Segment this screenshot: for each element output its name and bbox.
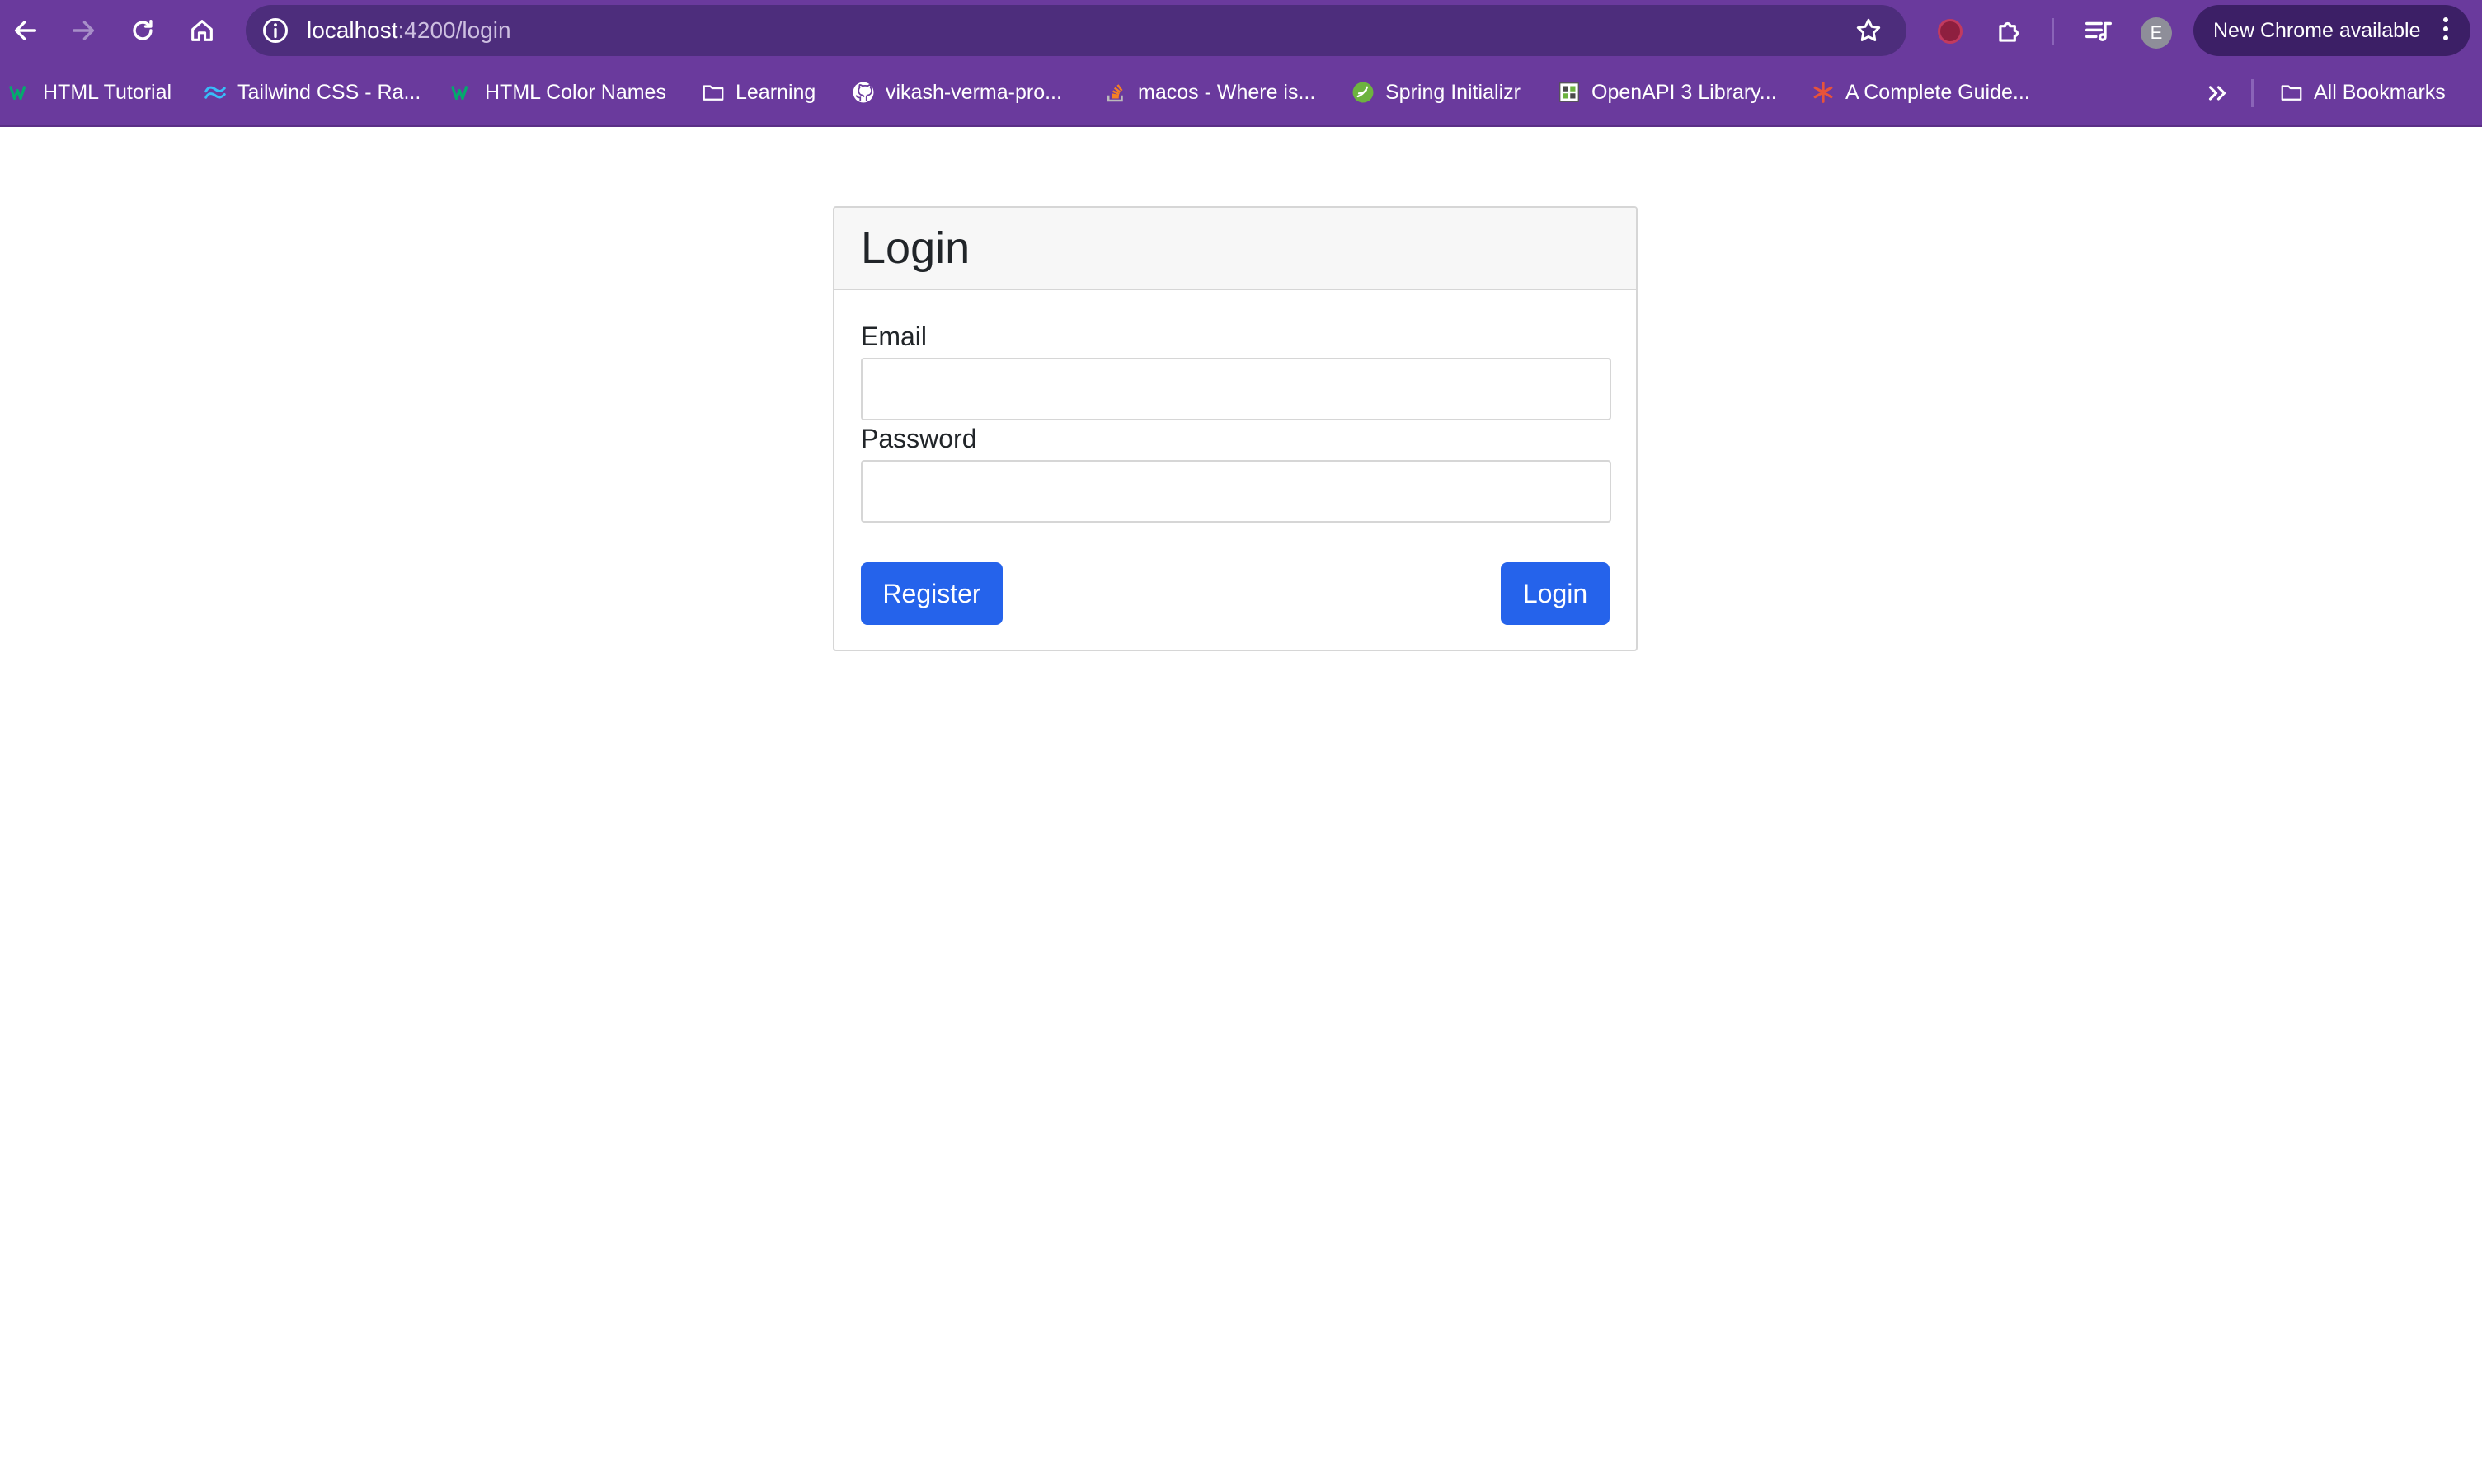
bookmark-tailwind[interactable]: Tailwind CSS - Ra... bbox=[203, 76, 421, 109]
address-bar[interactable]: localhost:4200/login bbox=[246, 5, 1906, 56]
bookmarks-bar: HTML Tutorial Tailwind CSS - Ra... HTML … bbox=[0, 61, 2482, 127]
bookmark-label: macos - Where is... bbox=[1138, 80, 1316, 104]
bookmark-star-icon[interactable] bbox=[1854, 16, 1883, 45]
site-info-icon[interactable] bbox=[261, 16, 290, 45]
more-menu-icon[interactable] bbox=[2442, 17, 2449, 44]
bookmark-label: Spring Initializr bbox=[1385, 80, 1521, 104]
back-button[interactable] bbox=[6, 11, 45, 50]
bookmark-html-color-names[interactable]: HTML Color Names bbox=[450, 76, 666, 109]
password-field[interactable] bbox=[861, 460, 1611, 523]
email-field[interactable] bbox=[861, 358, 1611, 420]
home-icon bbox=[191, 20, 213, 41]
more-bookmarks-chevron-icon[interactable] bbox=[2203, 79, 2231, 107]
login-card-header: Login bbox=[834, 208, 1636, 290]
home-button[interactable] bbox=[182, 11, 222, 50]
bookmark-label: Tailwind CSS - Ra... bbox=[237, 80, 421, 104]
w3schools-icon bbox=[450, 80, 475, 105]
stackoverflow-icon bbox=[1103, 80, 1128, 105]
tailwind-icon bbox=[203, 80, 228, 105]
w3schools-icon bbox=[8, 80, 33, 105]
bookmark-github[interactable]: vikash-verma-pro... bbox=[851, 76, 1062, 109]
forward-button[interactable] bbox=[63, 11, 103, 50]
folder-icon bbox=[2279, 80, 2304, 105]
extensions-puzzle-icon bbox=[1999, 21, 2019, 42]
password-label: Password bbox=[861, 424, 977, 453]
asterisk-icon bbox=[1811, 80, 1836, 105]
url-host: localhost bbox=[307, 17, 398, 43]
bookmark-label: OpenAPI 3 Library... bbox=[1591, 80, 1777, 104]
spring-icon bbox=[1351, 80, 1375, 105]
reload-icon bbox=[133, 19, 153, 40]
reading-list-button[interactable] bbox=[2083, 16, 2114, 47]
bookmark-label: HTML Tutorial bbox=[43, 80, 172, 104]
update-chrome-button[interactable]: New Chrome available bbox=[2193, 5, 2470, 56]
page-title: Login bbox=[861, 223, 971, 273]
profile-avatar[interactable]: E bbox=[2141, 17, 2172, 49]
all-bookmarks-label: All Bookmarks bbox=[2314, 80, 2446, 104]
all-bookmarks-button[interactable]: All Bookmarks bbox=[2279, 76, 2446, 109]
login-button[interactable]: Login bbox=[1501, 562, 1610, 625]
login-form: Email Password Register Login bbox=[834, 290, 1636, 650]
folder-icon bbox=[701, 80, 726, 105]
bookmark-html-tutorial[interactable]: HTML Tutorial bbox=[8, 76, 172, 109]
bookmark-spring-initializr[interactable]: Spring Initializr bbox=[1351, 76, 1521, 109]
bookmark-label: vikash-verma-pro... bbox=[886, 80, 1062, 104]
register-button[interactable]: Register bbox=[861, 562, 1003, 625]
bookmarks-divider bbox=[2251, 79, 2254, 107]
extension-badge-icon bbox=[1938, 19, 1963, 44]
browser-toolbar: localhost:4200/login E New Chrome availa… bbox=[0, 0, 2482, 61]
bookmark-learning-folder[interactable]: Learning bbox=[701, 76, 816, 109]
forward-arrow-icon bbox=[72, 21, 95, 40]
extension-icon[interactable] bbox=[1934, 16, 1966, 47]
reading-list-icon bbox=[2085, 21, 2112, 41]
toolbar-divider bbox=[2052, 18, 2054, 45]
url-text[interactable]: localhost:4200/login bbox=[307, 5, 511, 56]
bookmark-label: Learning bbox=[736, 80, 816, 104]
bookmark-label: HTML Color Names bbox=[485, 80, 666, 104]
extensions-button[interactable] bbox=[1994, 16, 2025, 47]
email-label: Email bbox=[861, 322, 928, 351]
update-chrome-label: New Chrome available bbox=[2213, 18, 2421, 42]
github-icon bbox=[851, 80, 876, 105]
bookmark-complete-guide[interactable]: A Complete Guide... bbox=[1811, 76, 2030, 109]
bookmark-stackoverflow[interactable]: macos - Where is... bbox=[1103, 76, 1315, 109]
login-card: Login Email Password Register Login bbox=[833, 206, 1638, 651]
openapi-icon bbox=[1557, 80, 1582, 105]
bookmark-openapi[interactable]: OpenAPI 3 Library... bbox=[1557, 76, 1777, 109]
bookmark-label: A Complete Guide... bbox=[1845, 80, 2030, 104]
back-arrow-icon bbox=[14, 21, 37, 40]
url-path: :4200/login bbox=[397, 17, 511, 43]
reload-button[interactable] bbox=[123, 11, 162, 50]
